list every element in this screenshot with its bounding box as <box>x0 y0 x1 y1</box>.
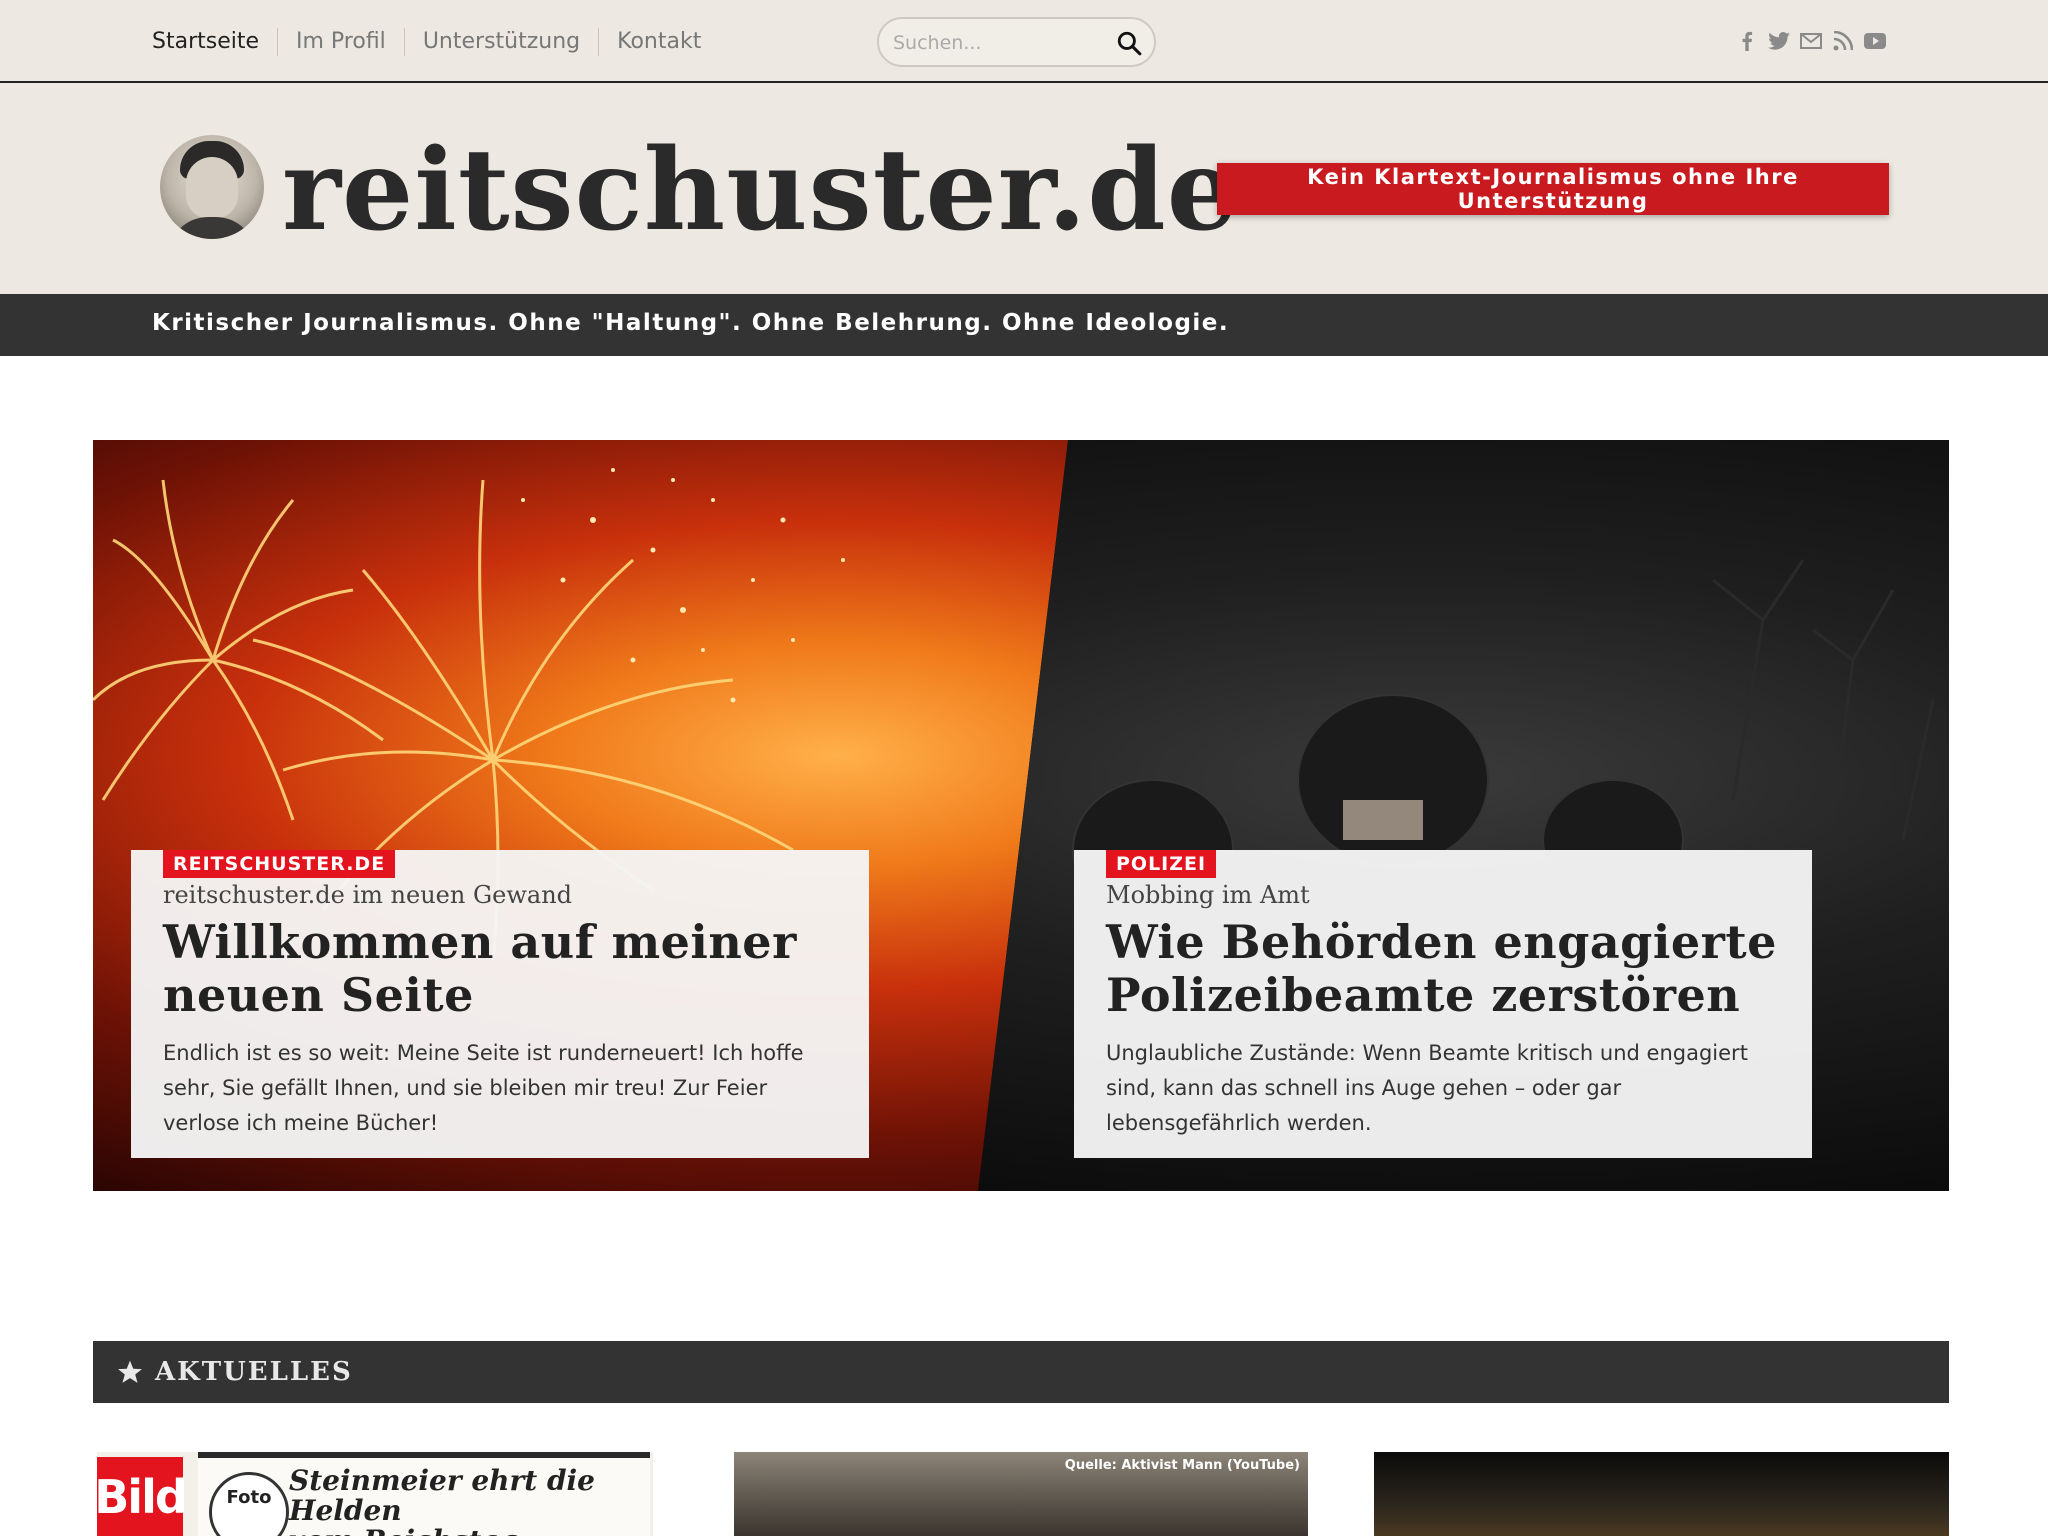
card-headline[interactable]: Wie Behörden engagierte Polizeibeamte ze… <box>1106 916 1780 1022</box>
card-kicker: Mobbing im Amt <box>1106 881 1310 909</box>
star-icon <box>118 1360 142 1383</box>
search-box <box>877 17 1156 67</box>
article-thumbnail[interactable]: Quelle: Aktivist Mann (YouTube) <box>734 1452 1308 1536</box>
image-source: Quelle: Aktivist Mann (YouTube) <box>1064 1458 1300 1473</box>
article-thumbnail[interactable]: Bild Foto Steinmeier ehrt die Helden vom… <box>97 1452 653 1536</box>
article-thumbnail[interactable] <box>1374 1452 1949 1536</box>
search-icon[interactable] <box>1116 30 1142 56</box>
nav-item-startseite[interactable]: Startseite <box>152 28 277 56</box>
card-kicker: reitschuster.de im neuen Gewand <box>163 881 573 909</box>
youtube-icon[interactable] <box>1864 30 1886 52</box>
news-clip-title-line1: Steinmeier ehrt die Helden <box>289 1464 595 1527</box>
hero-card-welcome[interactable]: REITSCHUSTER.DE reitschuster.de im neuen… <box>131 850 869 1158</box>
card-excerpt: Endlich ist es so weit: Meine Seite ist … <box>163 1041 804 1135</box>
avatar-shirt <box>168 217 256 239</box>
mail-icon[interactable] <box>1800 30 1822 52</box>
tagline-bar: Kritischer Journalismus. Ohne "Haltung".… <box>0 294 2048 356</box>
card-excerpt: Unglaubliche Zustände: Wenn Beamte kriti… <box>1106 1041 1748 1135</box>
site-header: reitschuster.de Kein Klartext-Journalism… <box>0 83 2048 294</box>
news-clip-title-line2: vom Reichstag <box>289 1526 653 1536</box>
search-input[interactable] <box>893 29 1103 57</box>
top-bar: Startseite Im Profil Unterstützung Konta… <box>0 0 2048 83</box>
tagline-text: Kritischer Journalismus. Ohne "Haltung".… <box>152 310 1230 336</box>
card-headline-line1[interactable]: Willkommen auf meiner <box>163 916 837 969</box>
hero-card-police[interactable]: POLIZEI Mobbing im Amt Wie Behörden enga… <box>1074 850 1812 1158</box>
card-headline-line1[interactable]: Wie Behörden engagierte <box>1106 916 1780 969</box>
section-header-aktuelles: AKTUELLES <box>93 1341 1949 1403</box>
rss-icon[interactable] <box>1832 30 1854 52</box>
category-badge[interactable]: POLIZEI <box>1106 850 1217 878</box>
category-badge[interactable]: REITSCHUSTER.DE <box>163 850 396 878</box>
avatar[interactable] <box>160 135 264 239</box>
site-logo[interactable]: reitschuster.de <box>282 131 1239 251</box>
card-headline-line2[interactable]: Polizeibeamte zerstören <box>1106 969 1780 1022</box>
main-nav: Startseite Im Profil Unterstützung Konta… <box>152 28 719 56</box>
facebook-icon[interactable] <box>1736 30 1758 52</box>
card-headline-line2[interactable]: neuen Seite <box>163 969 837 1022</box>
card-headline[interactable]: Willkommen auf meiner neuen Seite <box>163 916 837 1022</box>
twitter-icon[interactable] <box>1768 30 1790 52</box>
nav-item-kontakt[interactable]: Kontakt <box>598 28 719 56</box>
hero-slider: REITSCHUSTER.DE reitschuster.de im neuen… <box>93 440 1949 1191</box>
nav-item-im-profil[interactable]: Im Profil <box>277 28 404 56</box>
bild-logo: Bild <box>97 1457 188 1536</box>
news-clip-title: Steinmeier ehrt die Helden vom Reichstag <box>289 1466 653 1536</box>
social-links <box>1736 30 1886 52</box>
section-title: AKTUELLES <box>155 1357 353 1387</box>
nav-item-unterstuetzung[interactable]: Unterstützung <box>403 28 598 56</box>
avatar-face <box>186 157 238 219</box>
support-button[interactable]: Kein Klartext-Journalismus ohne Ihre Unt… <box>1217 163 1889 215</box>
